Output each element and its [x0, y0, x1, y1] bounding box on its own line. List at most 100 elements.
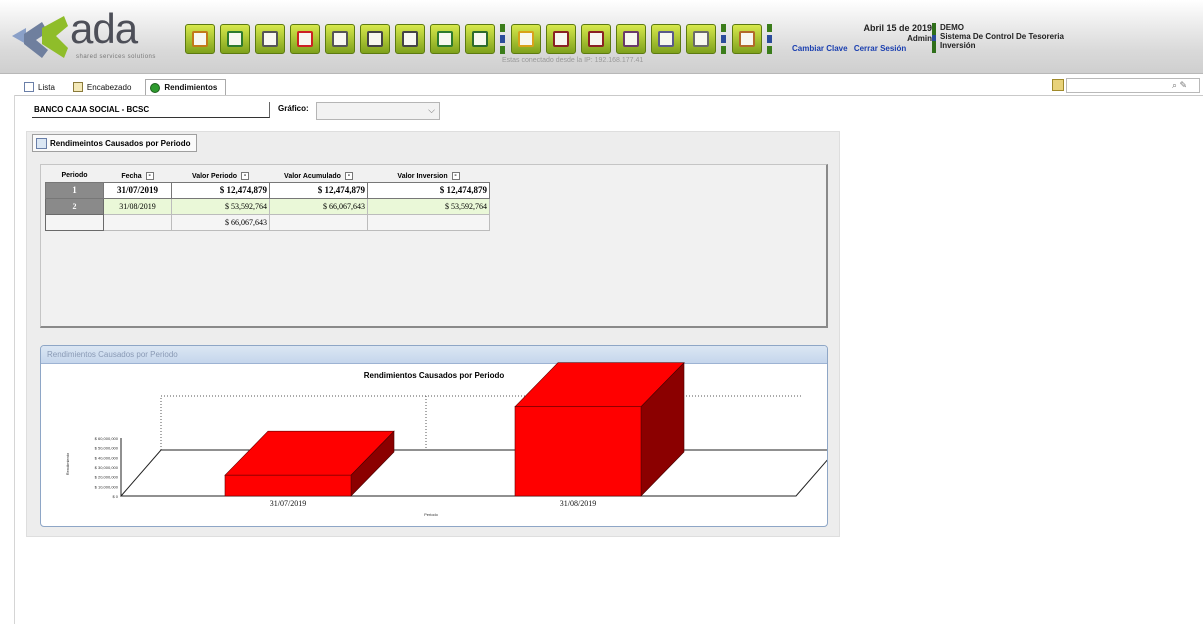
section-toggle-button[interactable]: Rendimeintos Causados por Periodo	[32, 134, 198, 152]
document-button[interactable]	[220, 24, 250, 54]
lock-button[interactable]	[511, 24, 541, 54]
company-name: DEMO	[940, 23, 964, 32]
folder-icon	[192, 31, 208, 47]
cell-empty	[269, 213, 368, 231]
window-icon	[658, 31, 674, 47]
tab-rendimientos[interactable]: Rendimientos	[145, 79, 227, 95]
list-button[interactable]	[360, 24, 390, 54]
header-divider	[932, 23, 936, 53]
toolbar-separator	[767, 24, 773, 54]
search-doc-button[interactable]	[395, 24, 425, 54]
bar	[224, 474, 352, 497]
money-icon	[150, 82, 161, 93]
col-fecha[interactable]: Fecha -	[104, 170, 172, 182]
chart-panel: Rendimientos Causados por Periodo Rendim…	[40, 345, 828, 527]
y-tick-label: $ 20,000,000	[95, 475, 119, 480]
tab-encabezado[interactable]: Encabezado	[69, 79, 139, 95]
chart-back-wall	[160, 395, 801, 450]
y-tick-label: $ 30,000,000	[95, 465, 119, 470]
y-tick-label: $ 40,000,000	[95, 455, 119, 460]
camera-icon	[588, 31, 604, 47]
grid-header-row: Periodo Fecha - Valor Periodo - Valor Acum…	[46, 170, 490, 182]
cell-empty	[103, 213, 172, 231]
list-icon	[367, 31, 383, 47]
toolbar-separator	[721, 24, 727, 54]
chart-button[interactable]	[732, 24, 762, 54]
sort-icon[interactable]: -	[344, 171, 353, 180]
header-date: Abril 15 de 2019	[863, 23, 932, 33]
module-name: Inversión	[940, 41, 976, 50]
logout-link[interactable]: Cerrar Sesión	[854, 44, 906, 53]
col-valor-inversion[interactable]: Valor Inversion -	[368, 170, 490, 182]
export-icon	[437, 31, 453, 47]
grid-button[interactable]	[616, 24, 646, 54]
print-button[interactable]	[686, 24, 716, 54]
logo-subtitle: shared services solutions	[76, 54, 156, 60]
camera-button[interactable]	[546, 24, 576, 54]
section-button-label: Rendimeintos Causados por Periodo	[50, 138, 191, 148]
truck-icon	[472, 31, 488, 47]
save-button[interactable]	[255, 24, 285, 54]
delete-button[interactable]	[290, 24, 320, 54]
cell-total-valor-periodo: $ 66,067,643	[171, 213, 270, 231]
change-password-link[interactable]: Cambiar Clave	[792, 44, 848, 53]
table-icon	[36, 137, 47, 149]
cell-fecha[interactable]: 31/07/2019	[103, 181, 172, 199]
search-tools-icon[interactable]: ⌕ ✎	[1172, 80, 1187, 91]
toolbar-separator	[500, 24, 506, 54]
tab-label: Lista	[38, 82, 55, 92]
col-valor-periodo[interactable]: Valor Periodo -	[172, 170, 270, 182]
cell-periodo: 1	[45, 181, 104, 199]
y-tick-label: $ 60,000,000	[95, 436, 119, 441]
tab-lista[interactable]: Lista	[20, 79, 63, 95]
grid-icon	[623, 31, 639, 47]
tab-bar: Lista Encabezado Rendimientos	[20, 79, 232, 95]
search-doc-icon	[402, 31, 418, 47]
truck-button[interactable]	[465, 24, 495, 54]
chart-icon	[739, 31, 755, 47]
chevron-down-icon: ⌵	[428, 105, 435, 115]
logo-text: ada	[70, 5, 138, 52]
app-header: ada shared services solutions Estas cone…	[0, 0, 1203, 74]
table-row[interactable]: 1 31/07/2019 $ 12,474,879 $ 12,474,879 $…	[45, 181, 490, 199]
y-tick-label: $ 50,000,000	[95, 446, 119, 451]
cell-valor-inversion[interactable]: $ 53,592,764	[367, 197, 490, 215]
x-axis-label: Periodo	[424, 512, 439, 517]
grafico-select[interactable]: ⌵	[316, 102, 440, 120]
col-periodo[interactable]: Periodo	[46, 170, 104, 182]
y-axis-label: Rendimiento	[65, 452, 70, 475]
camera-icon	[553, 31, 569, 47]
sort-icon[interactable]: -	[145, 171, 154, 180]
sort-icon[interactable]: -	[451, 171, 460, 180]
col-valor-acumulado[interactable]: Valor Acumulado -	[270, 170, 368, 182]
cell-valor-periodo[interactable]: $ 53,592,764	[171, 197, 270, 215]
grafico-label: Gráfico:	[278, 104, 309, 113]
export-button[interactable]	[430, 24, 460, 54]
cell-valor-acumulado[interactable]: $ 12,474,879	[269, 181, 368, 199]
cell-valor-periodo[interactable]: $ 12,474,879	[171, 181, 270, 199]
bar	[514, 406, 642, 497]
header-links: Cambiar Clave Cerrar Sesión	[792, 44, 910, 53]
lock-icon	[518, 31, 534, 47]
table-row[interactable]: 2 31/08/2019 $ 53,592,764 $ 66,067,643 $…	[45, 197, 490, 215]
clipboard-icon	[72, 82, 83, 92]
cell-fecha[interactable]: 31/08/2019	[103, 197, 172, 215]
folder-button[interactable]	[185, 24, 215, 54]
header-user: Admin	[907, 34, 932, 43]
delete-icon	[297, 31, 313, 47]
camera-button[interactable]	[581, 24, 611, 54]
tab-label: Rendimientos	[164, 83, 218, 92]
x-tick-label: 31/08/2019	[560, 499, 596, 508]
print-icon	[693, 31, 709, 47]
save-icon	[262, 31, 278, 47]
sort-icon[interactable]: -	[241, 171, 250, 180]
undo-button[interactable]	[325, 24, 355, 54]
window-button[interactable]	[651, 24, 681, 54]
cell-empty	[45, 213, 104, 231]
rendimientos-grid: Periodo Fecha - Valor Periodo - Valor Acum…	[45, 170, 490, 231]
y-tick-label: $ 10,000,000	[95, 484, 119, 489]
search-filter-icon[interactable]	[1052, 79, 1064, 91]
cell-valor-inversion[interactable]: $ 12,474,879	[367, 181, 490, 199]
toolbar	[185, 22, 778, 56]
cell-valor-acumulado[interactable]: $ 66,067,643	[269, 197, 368, 215]
